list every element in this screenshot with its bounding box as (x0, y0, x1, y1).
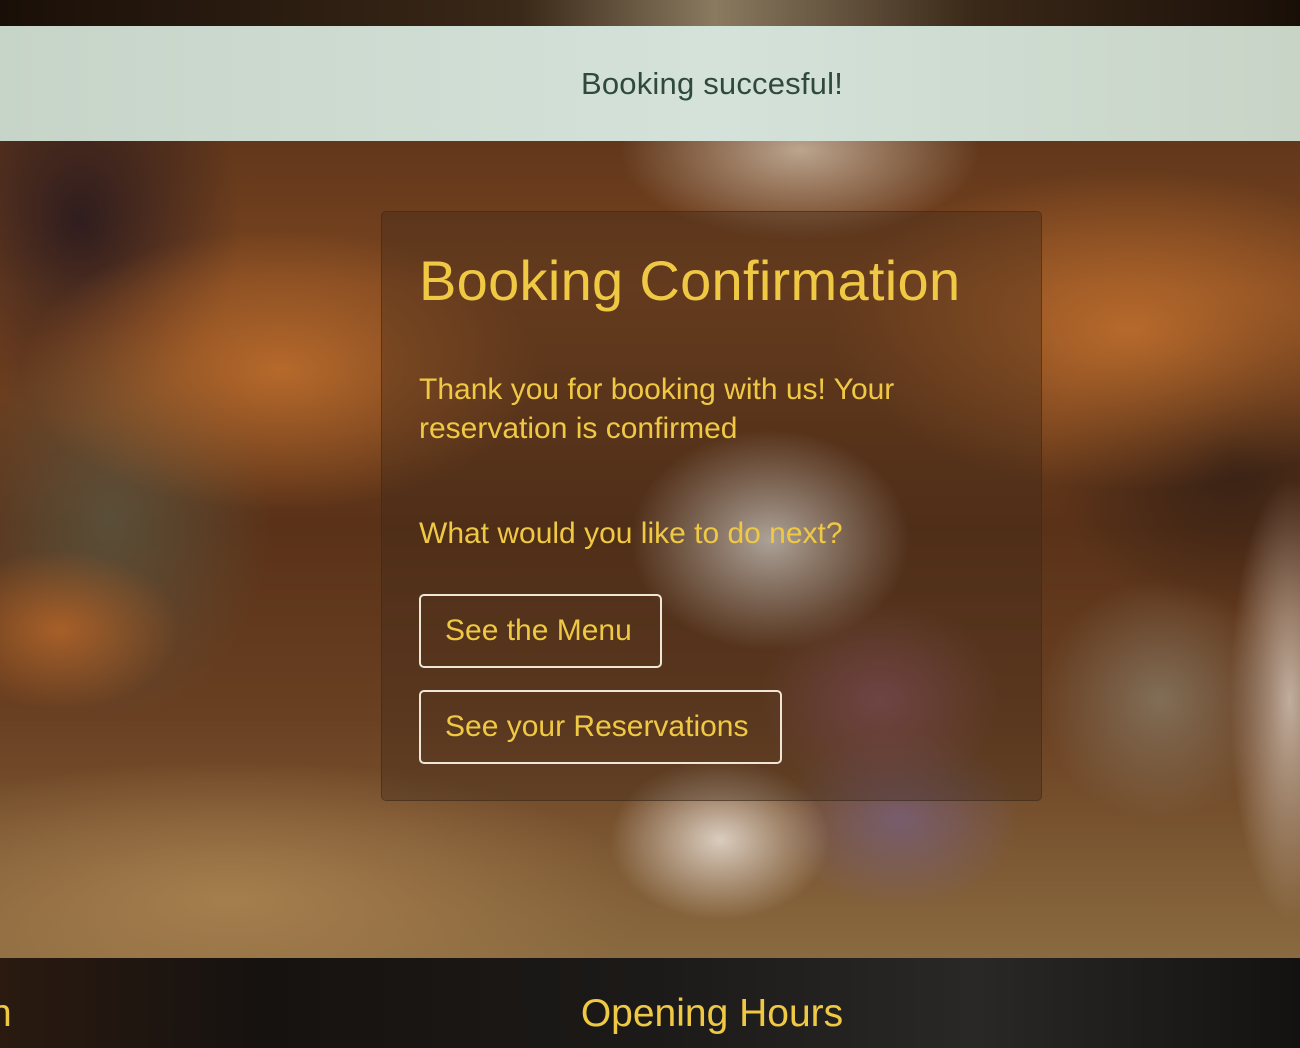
alert-message: Booking succesful! (580, 66, 844, 101)
footer: n Opening Hours (0, 958, 1300, 1048)
booking-confirmation-card: Booking Confirmation Thank you for booki… (381, 211, 1042, 801)
see-menu-button[interactable]: See the Menu (419, 594, 662, 668)
opening-hours-heading: Opening Hours (580, 992, 844, 1035)
confirmation-message: Thank you for booking with us! Your rese… (419, 373, 895, 445)
page-title: Booking Confirmation (419, 249, 961, 312)
see-reservations-button[interactable]: See your Reservations (419, 690, 782, 764)
next-step-question: What would you like to do next? (419, 517, 843, 550)
top-strip (0, 0, 1300, 26)
success-alert: Booking succesful! (0, 26, 1300, 141)
